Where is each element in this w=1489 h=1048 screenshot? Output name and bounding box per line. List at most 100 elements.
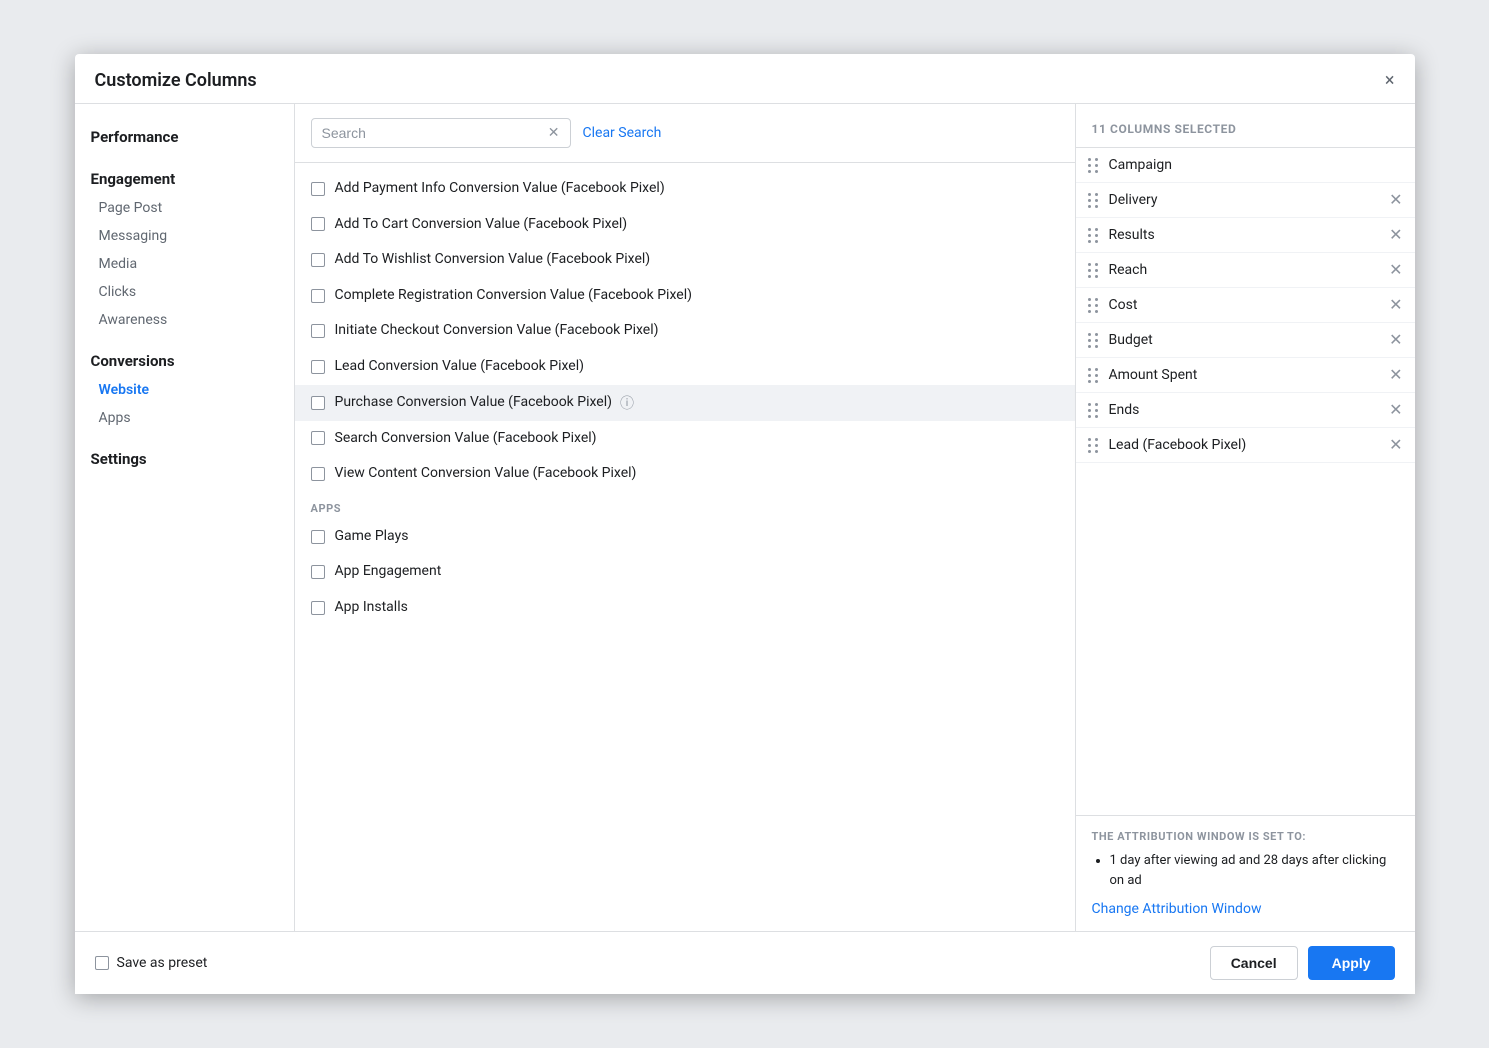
checkbox[interactable]: [311, 565, 325, 579]
selected-item-label: Results: [1109, 227, 1382, 243]
selected-item-label: Budget: [1109, 332, 1382, 348]
remove-icon[interactable]: ✕: [1389, 192, 1402, 208]
clear-search-button[interactable]: Clear Search: [583, 125, 662, 141]
selected-item-label: Campaign: [1109, 157, 1403, 173]
item-label: Purchase Conversion Value (Facebook Pixe…: [335, 393, 613, 413]
apps-group-label: APPS: [295, 492, 1075, 519]
items-list: Add Payment Info Conversion Value (Faceb…: [295, 163, 1075, 931]
list-item[interactable]: Add Payment Info Conversion Value (Faceb…: [295, 171, 1075, 207]
checkbox[interactable]: [311, 467, 325, 481]
close-icon[interactable]: ×: [1385, 72, 1395, 90]
drag-handle[interactable]: [1088, 438, 1099, 453]
item-label: Game Plays: [335, 527, 409, 547]
sidebar-item-page-post[interactable]: Page Post: [75, 194, 294, 222]
drag-handle[interactable]: [1088, 158, 1099, 173]
selected-item-campaign: Campaign: [1076, 148, 1415, 183]
info-icon[interactable]: ⓘ: [620, 393, 634, 413]
list-item[interactable]: Lead Conversion Value (Facebook Pixel): [295, 349, 1075, 385]
middle-panel: ✕ Clear Search Add Payment Info Conversi…: [295, 104, 1075, 931]
sidebar-item-website[interactable]: Website: [75, 376, 294, 404]
list-item[interactable]: Search Conversion Value (Facebook Pixel): [295, 421, 1075, 457]
remove-icon[interactable]: ✕: [1389, 367, 1402, 383]
remove-icon[interactable]: ✕: [1389, 262, 1402, 278]
list-item[interactable]: Complete Registration Conversion Value (…: [295, 278, 1075, 314]
apply-button[interactable]: Apply: [1308, 946, 1395, 980]
selected-item-budget: Budget ✕: [1076, 323, 1415, 358]
checkbox[interactable]: [311, 324, 325, 338]
sidebar-item-apps[interactable]: Apps: [75, 404, 294, 432]
checkbox[interactable]: [311, 396, 325, 410]
selected-item-label: Lead (Facebook Pixel): [1109, 437, 1382, 453]
modal-title: Customize Columns: [95, 70, 257, 91]
search-clear-icon[interactable]: ✕: [548, 125, 560, 141]
selected-list: Campaign Delivery ✕: [1076, 148, 1415, 815]
modal-body: Performance Engagement Page Post Messagi…: [75, 104, 1415, 931]
list-item[interactable]: Add To Wishlist Conversion Value (Facebo…: [295, 242, 1075, 278]
selected-item-ends: Ends ✕: [1076, 393, 1415, 428]
selected-item-cost: Cost ✕: [1076, 288, 1415, 323]
selected-item-lead: Lead (Facebook Pixel) ✕: [1076, 428, 1415, 463]
footer-actions: Cancel Apply: [1210, 946, 1395, 980]
list-item[interactable]: App Engagement: [295, 554, 1075, 590]
change-attribution-window-link[interactable]: Change Attribution Window: [1092, 901, 1262, 917]
item-label: Lead Conversion Value (Facebook Pixel): [335, 357, 585, 377]
drag-handle[interactable]: [1088, 403, 1099, 418]
drag-handle[interactable]: [1088, 368, 1099, 383]
selected-item-label: Ends: [1109, 402, 1382, 418]
sidebar: Performance Engagement Page Post Messagi…: [75, 104, 295, 931]
customize-columns-modal: Customize Columns × Performance Engageme…: [75, 54, 1415, 994]
drag-handle[interactable]: [1088, 333, 1099, 348]
list-item[interactable]: Initiate Checkout Conversion Value (Face…: [295, 313, 1075, 349]
item-label: App Installs: [335, 598, 408, 618]
list-item[interactable]: Game Plays: [295, 519, 1075, 555]
columns-count: 11 COLUMNS SELECTED: [1092, 122, 1237, 136]
list-item[interactable]: App Installs: [295, 590, 1075, 626]
selected-item-label: Amount Spent: [1109, 367, 1382, 383]
sidebar-item-media[interactable]: Media: [75, 250, 294, 278]
selected-item-delivery: Delivery ✕: [1076, 183, 1415, 218]
selected-item-reach: Reach ✕: [1076, 253, 1415, 288]
checkbox[interactable]: [311, 217, 325, 231]
attribution-title: THE ATTRIBUTION WINDOW IS SET TO:: [1092, 830, 1399, 843]
checkbox[interactable]: [311, 182, 325, 196]
checkbox[interactable]: [311, 253, 325, 267]
remove-icon[interactable]: ✕: [1389, 437, 1402, 453]
sidebar-section-settings: Settings: [75, 442, 294, 474]
drag-handle[interactable]: [1088, 263, 1099, 278]
drag-handle[interactable]: [1088, 228, 1099, 243]
remove-icon[interactable]: ✕: [1389, 332, 1402, 348]
list-item-purchase[interactable]: Purchase Conversion Value (Facebook Pixe…: [295, 385, 1075, 421]
attribution-text: 1 day after viewing ad and 28 days after…: [1092, 851, 1399, 890]
save-preset-label: Save as preset: [117, 955, 208, 971]
checkbox[interactable]: [311, 289, 325, 303]
remove-icon[interactable]: ✕: [1389, 402, 1402, 418]
remove-icon[interactable]: ✕: [1389, 297, 1402, 313]
list-item[interactable]: Add To Cart Conversion Value (Facebook P…: [295, 207, 1075, 243]
sidebar-item-awareness[interactable]: Awareness: [75, 306, 294, 334]
sidebar-item-messaging[interactable]: Messaging: [75, 222, 294, 250]
right-panel: 11 COLUMNS SELECTED Campaign: [1075, 104, 1415, 931]
checkbox[interactable]: [311, 431, 325, 445]
columns-header: 11 COLUMNS SELECTED: [1076, 104, 1415, 148]
drag-handle[interactable]: [1088, 298, 1099, 313]
item-label: Add To Cart Conversion Value (Facebook P…: [335, 215, 628, 235]
drag-handle[interactable]: [1088, 193, 1099, 208]
item-label: Complete Registration Conversion Value (…: [335, 286, 692, 306]
selected-item-results: Results ✕: [1076, 218, 1415, 253]
item-label: Initiate Checkout Conversion Value (Face…: [335, 321, 659, 341]
remove-icon[interactable]: ✕: [1389, 227, 1402, 243]
list-item[interactable]: View Content Conversion Value (Facebook …: [295, 456, 1075, 492]
search-input[interactable]: [322, 125, 542, 141]
item-label: Search Conversion Value (Facebook Pixel): [335, 429, 597, 449]
item-label: View Content Conversion Value (Facebook …: [335, 464, 637, 484]
checkbox[interactable]: [311, 530, 325, 544]
item-label: Add Payment Info Conversion Value (Faceb…: [335, 179, 665, 199]
checkbox[interactable]: [311, 601, 325, 615]
selected-item-amount-spent: Amount Spent ✕: [1076, 358, 1415, 393]
cancel-button[interactable]: Cancel: [1210, 946, 1298, 980]
modal-header: Customize Columns ×: [75, 54, 1415, 104]
checkbox[interactable]: [311, 360, 325, 374]
search-input-wrapper[interactable]: ✕: [311, 118, 571, 148]
sidebar-item-clicks[interactable]: Clicks: [75, 278, 294, 306]
save-preset-checkbox[interactable]: [95, 956, 109, 970]
